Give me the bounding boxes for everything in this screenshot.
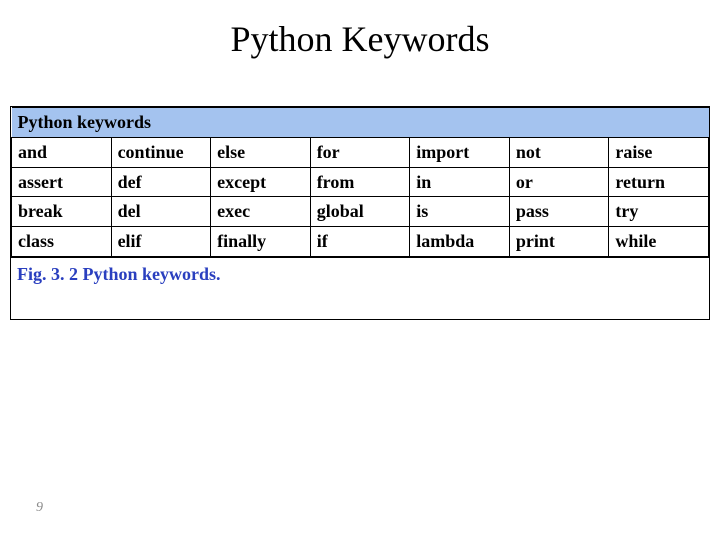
keyword-cell: and: [12, 138, 112, 168]
table-row: assert def except from in or return: [12, 167, 709, 197]
table-row: break del exec global is pass try: [12, 197, 709, 227]
keyword-cell: class: [12, 227, 112, 257]
keyword-cell: if: [310, 227, 410, 257]
keyword-cell: while: [609, 227, 709, 257]
keywords-table: Python keywords and continue else for im…: [11, 107, 709, 257]
keyword-cell: global: [310, 197, 410, 227]
figure-caption: Fig. 3. 2 Python keywords.: [11, 257, 709, 287]
keyword-cell: in: [410, 167, 510, 197]
keyword-cell: except: [211, 167, 311, 197]
keyword-cell: assert: [12, 167, 112, 197]
keyword-cell: from: [310, 167, 410, 197]
keyword-cell: pass: [509, 197, 609, 227]
keyword-cell: lambda: [410, 227, 510, 257]
keyword-cell: is: [410, 197, 510, 227]
keyword-cell: del: [111, 197, 211, 227]
keyword-cell: exec: [211, 197, 311, 227]
keyword-cell: not: [509, 138, 609, 168]
keyword-cell: print: [509, 227, 609, 257]
keyword-cell: raise: [609, 138, 709, 168]
keyword-cell: break: [12, 197, 112, 227]
keyword-cell: try: [609, 197, 709, 227]
keyword-cell: import: [410, 138, 510, 168]
keyword-cell: or: [509, 167, 609, 197]
page-title: Python Keywords: [0, 18, 720, 60]
table-row: class elif finally if lambda print while: [12, 227, 709, 257]
keyword-cell: return: [609, 167, 709, 197]
keywords-figure: Python keywords and continue else for im…: [10, 106, 710, 320]
keyword-cell: for: [310, 138, 410, 168]
keyword-cell: def: [111, 167, 211, 197]
table-row: and continue else for import not raise: [12, 138, 709, 168]
keyword-cell: else: [211, 138, 311, 168]
page-number: 9: [36, 500, 43, 516]
slide: Python Keywords Python keywords and cont…: [0, 0, 720, 540]
table-header: Python keywords: [12, 108, 709, 138]
keyword-cell: finally: [211, 227, 311, 257]
keyword-cell: elif: [111, 227, 211, 257]
keyword-cell: continue: [111, 138, 211, 168]
